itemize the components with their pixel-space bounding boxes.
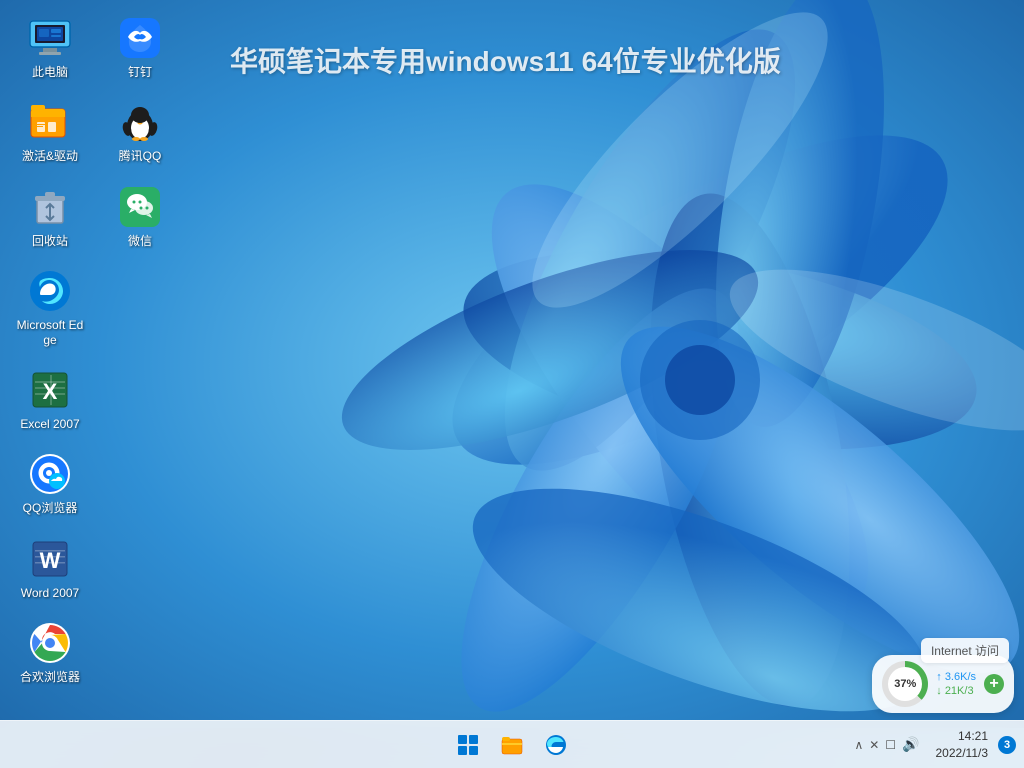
- cpu-circle: 37%: [882, 661, 928, 707]
- taskbar-edge-button[interactable]: [538, 727, 574, 763]
- icon-qq-browser[interactable]: QQ浏览器: [10, 446, 90, 520]
- this-pc-label: 此电脑: [32, 65, 68, 79]
- excel-icon: X: [27, 367, 73, 413]
- heyou-browser-icon: [27, 620, 73, 666]
- tray-icons[interactable]: ∧ ✕ ☐ 🔊: [848, 732, 925, 757]
- word-label: Word 2007: [21, 586, 79, 600]
- svg-text:W: W: [40, 548, 61, 573]
- icon-activate[interactable]: 激活&驱动: [10, 94, 90, 168]
- icon-recycle-bin[interactable]: 回收站: [10, 179, 90, 253]
- up-arrow: ↑: [936, 671, 945, 683]
- internet-tooltip: Internet 访问: [921, 638, 1009, 663]
- upload-value: 3.6K/s: [945, 671, 976, 683]
- dingtalk-label: 钉钉: [128, 65, 152, 79]
- tencent-qq-icon: [117, 99, 163, 145]
- net-plus-button[interactable]: +: [984, 674, 1004, 694]
- tray-checkbox[interactable]: ☐: [883, 736, 898, 754]
- notification-badge[interactable]: 3: [998, 736, 1016, 754]
- speaker-icon[interactable]: 🔊: [900, 734, 921, 755]
- internet-tooltip-text: Internet 访问: [931, 644, 999, 658]
- cpu-percent: 37%: [888, 667, 922, 701]
- taskbar: ∧ ✕ ☐ 🔊 14:21 2022/11/3 3: [0, 720, 1024, 768]
- icon-wechat[interactable]: 微信: [100, 179, 180, 253]
- clock-date: 2022/11/3: [936, 745, 989, 762]
- upload-speed: ↑ 3.6K/s: [936, 671, 976, 683]
- activate-icon: [27, 99, 73, 145]
- desktop: 华硕笔记本专用windows11 64位专业优化版 此电脑: [0, 0, 1024, 728]
- file-explorer-button[interactable]: [494, 727, 530, 763]
- icon-tencent-qq[interactable]: 腾讯QQ: [100, 94, 180, 168]
- desktop-icon-grid: 此电脑 激活&驱动: [10, 10, 180, 690]
- clock-time: 14:21: [936, 728, 989, 745]
- tencent-qq-label: 腾讯QQ: [119, 149, 162, 163]
- icon-word[interactable]: W Word 2007: [10, 531, 90, 605]
- download-value: 21K/3: [945, 685, 974, 697]
- edge-icon: [27, 268, 73, 314]
- tray-chevron[interactable]: ∧: [852, 736, 865, 754]
- tray-close[interactable]: ✕: [867, 736, 881, 754]
- wechat-icon: [117, 184, 163, 230]
- icon-edge[interactable]: Microsoft Edge: [10, 263, 90, 352]
- edge-label: Microsoft Edge: [15, 318, 85, 347]
- icon-dingtalk[interactable]: 钉钉: [100, 10, 180, 84]
- system-clock[interactable]: 14:21 2022/11/3: [930, 726, 995, 764]
- this-pc-icon: [27, 15, 73, 61]
- qq-browser-label: QQ浏览器: [23, 501, 78, 515]
- wechat-label: 微信: [128, 234, 152, 248]
- download-speed: ↓ 21K/3: [936, 685, 976, 697]
- start-button[interactable]: [450, 727, 486, 763]
- watermark-text: 华硕笔记本专用windows11 64位专业优化版: [230, 40, 781, 80]
- icon-excel[interactable]: X Excel 2007: [10, 362, 90, 436]
- dingtalk-icon: [117, 15, 163, 61]
- taskbar-right: ∧ ✕ ☐ 🔊 14:21 2022/11/3 3: [848, 726, 1016, 764]
- qq-browser-icon: [27, 451, 73, 497]
- icon-heyou-browser[interactable]: 合欢浏览器: [10, 615, 90, 689]
- heyou-browser-label: 合欢浏览器: [20, 670, 80, 684]
- excel-label: Excel 2007: [20, 417, 79, 431]
- system-tray: ∧ ✕ ☐ 🔊 14:21 2022/11/3 3: [848, 726, 1016, 764]
- activate-label: 激活&驱动: [22, 149, 78, 163]
- recycle-bin-label: 回收站: [32, 234, 68, 248]
- taskbar-center: [450, 727, 574, 763]
- down-arrow: ↓: [936, 685, 945, 697]
- recycle-bin-icon: [27, 184, 73, 230]
- word-icon: W: [27, 536, 73, 582]
- icon-this-pc[interactable]: 此电脑: [10, 10, 90, 84]
- network-widget[interactable]: 37% ↑ 3.6K/s ↓ 21K/3 +: [872, 655, 1014, 713]
- network-speeds: ↑ 3.6K/s ↓ 21K/3: [936, 671, 976, 697]
